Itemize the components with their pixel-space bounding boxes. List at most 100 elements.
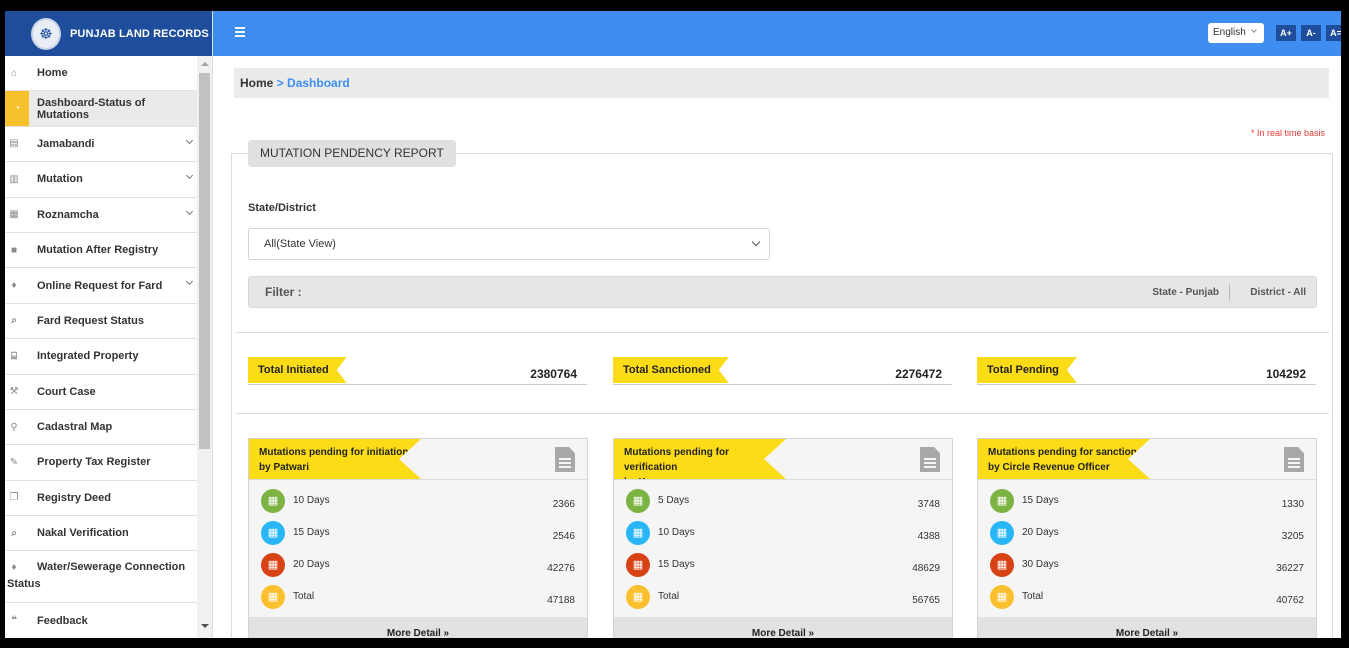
font-reset-button[interactable]: A= <box>1326 25 1341 41</box>
sidebar-scrollbar[interactable] <box>197 56 212 638</box>
list-item: ▦ 15 Days 48629 <box>626 553 940 579</box>
breadcrumb-current[interactable]: Dashboard <box>287 76 350 90</box>
chevron-down-icon <box>185 136 194 144</box>
more-detail-button[interactable]: More Detail » <box>249 617 587 638</box>
sidebar-item-cadastral-map[interactable]: ⚲ Cadastral Map <box>5 410 197 446</box>
file-icon: ▥ <box>9 173 19 185</box>
sidebar-item-label: Online Request for Fard <box>37 279 163 292</box>
sidebar-item-online-request-fard[interactable]: ♦ Online Request for Fard <box>5 268 197 304</box>
pending-initiation-card: Mutations pending for initiation by Patw… <box>248 438 588 638</box>
row-value: 1330 <box>1281 499 1304 510</box>
sidebar-item-label: Property Tax Register <box>37 456 151 469</box>
state-district-select[interactable]: All(State View) <box>248 228 770 260</box>
row-label: 10 Days <box>658 527 695 538</box>
sidebar-item-home[interactable]: ⌂ Home <box>5 56 197 92</box>
sidebar-item-property-tax-register[interactable]: ✎ Property Tax Register <box>5 445 197 481</box>
list-item: ▦ Total 56765 <box>626 585 940 611</box>
row-label: 30 Days <box>1022 559 1059 570</box>
sidebar-item-court-case[interactable]: ⚒ Court Case <box>5 375 197 410</box>
calendar-icon: ▦ <box>261 585 285 609</box>
total-pending: Total Pending 104292 <box>977 357 1316 385</box>
scroll-down-arrow-icon[interactable] <box>201 624 209 628</box>
main-content: Home > Dashboard * In real time basis MU… <box>213 56 1341 638</box>
row-label: 10 Days <box>293 495 330 506</box>
calendar-icon: ▦ <box>626 553 650 577</box>
calendar-icon: ▦ <box>626 521 650 545</box>
sidebar-item-roznamcha[interactable]: ▦ Roznamcha <box>5 198 197 233</box>
search-icon: ⌕ <box>11 527 17 539</box>
scroll-up-arrow-icon[interactable] <box>201 62 209 66</box>
sidebar-item-integrated-property[interactable]: ⌸ Integrated Property <box>5 339 197 375</box>
card-divider <box>614 479 952 480</box>
card-title-line2: by Patwari <box>259 462 310 473</box>
report-tab[interactable]: MUTATION PENDENCY REPORT <box>248 140 456 167</box>
row-value: 48629 <box>912 563 940 574</box>
sidebar-item-registry-deed[interactable]: ❐ Registry Deed <box>5 481 197 517</box>
sidebar-item-label: Court Case <box>37 385 96 398</box>
sidebar-menu: ⌂ Home ◔ Dashboard-Status of Mutations ▤… <box>5 56 197 638</box>
card-title-line1: Mutations pending for sanction <box>988 447 1137 458</box>
sidebar-item-mutation-after-registry[interactable]: ■ Mutation After Registry <box>5 233 197 269</box>
brand-title: PUNJAB LAND RECORDS <box>70 27 209 40</box>
state-district-value: All(State View) <box>264 238 336 250</box>
sidebar-item-feedback[interactable]: ❝ Feedback <box>5 603 197 638</box>
chevron-down-icon <box>1251 27 1257 33</box>
row-value: 36227 <box>1276 563 1304 574</box>
brand-header[interactable]: ☸ PUNJAB LAND RECORDS <box>5 11 212 56</box>
total-value: 2380764 <box>530 367 577 381</box>
document-icon <box>1284 447 1304 472</box>
drop-icon: ♦ <box>11 280 17 292</box>
language-select[interactable]: English <box>1208 23 1264 43</box>
state-district-label: State/District <box>248 202 316 214</box>
top-navbar: English A+ A- A= <box>213 11 1341 56</box>
sidebar-item-dashboard[interactable]: ◔ Dashboard-Status of Mutations <box>5 91 197 127</box>
mutation-pendency-report: MUTATION PENDENCY REPORT State/District … <box>231 140 1333 638</box>
more-detail-button[interactable]: More Detail » <box>614 617 952 638</box>
sidebar-item-jamabandi[interactable]: ▤ Jamabandi <box>5 127 197 163</box>
calendar-icon: ▦ <box>990 585 1014 609</box>
sidebar-item-mutation[interactable]: ▥ Mutation <box>5 162 197 198</box>
home-icon: ⌂ <box>10 67 18 79</box>
document-icon <box>920 447 940 472</box>
sidebar-item-label: Mutation <box>37 173 83 186</box>
breadcrumb-home-link[interactable]: Home <box>240 76 273 90</box>
map-marker-icon: ⚲ <box>10 421 18 433</box>
total-label: Total Sanctioned <box>613 357 729 383</box>
hamburger-menu-icon[interactable] <box>235 27 245 39</box>
list-item: ▦ 30 Days 36227 <box>990 553 1304 579</box>
row-label: Total <box>658 591 680 602</box>
calendar-icon: ▦ <box>261 521 285 545</box>
calendar-icon: ▦ <box>261 489 285 513</box>
list-item: ▦ 20 Days 3205 <box>990 521 1304 547</box>
edit-icon: ✎ <box>9 456 19 468</box>
font-increase-button[interactable]: A+ <box>1276 25 1296 41</box>
card-divider <box>978 479 1316 480</box>
font-decrease-button[interactable]: A- <box>1301 25 1321 41</box>
list-item: ▦ Total 47188 <box>261 585 575 611</box>
sidebar-item-label: Integrated Property <box>37 350 139 363</box>
total-value: 2276472 <box>895 367 942 381</box>
row-label: Total <box>293 591 315 602</box>
calendar-icon: ▦ <box>990 489 1014 513</box>
row-label: 15 Days <box>293 527 330 538</box>
document-icon <box>555 447 575 472</box>
row-label: 15 Days <box>1022 495 1059 506</box>
row-value: 3748 <box>917 499 940 510</box>
sidebar-item-nakal-verification[interactable]: ⌕ Nakal Verification <box>5 516 197 552</box>
calendar-icon: ▦ <box>626 585 650 609</box>
comments-icon: ❝ <box>11 615 17 627</box>
sidebar-item-fard-request-status[interactable]: ⌕ Fard Request Status <box>5 304 197 340</box>
scrollbar-thumb[interactable] <box>199 73 210 449</box>
total-label: Total Pending <box>977 357 1077 383</box>
more-detail-button[interactable]: More Detail » <box>978 617 1316 638</box>
search-icon: ⌕ <box>11 315 17 327</box>
card-title-line2: by Circle Revenue Officer <box>988 462 1110 473</box>
filter-divider <box>1229 284 1230 301</box>
list-item: ▦ 15 Days 2546 <box>261 521 575 547</box>
pending-verification-card: Mutations pending for verification by Ka… <box>613 438 953 638</box>
filter-district: District - All <box>1250 287 1306 298</box>
total-label: Total Initiated <box>248 357 347 383</box>
list-item: ▦ 5 Days 3748 <box>626 489 940 515</box>
book-icon: ▦ <box>9 209 19 221</box>
sidebar-item-water-sewerage-status[interactable]: ♦ Water/Sewerage Connection Status <box>5 551 197 604</box>
